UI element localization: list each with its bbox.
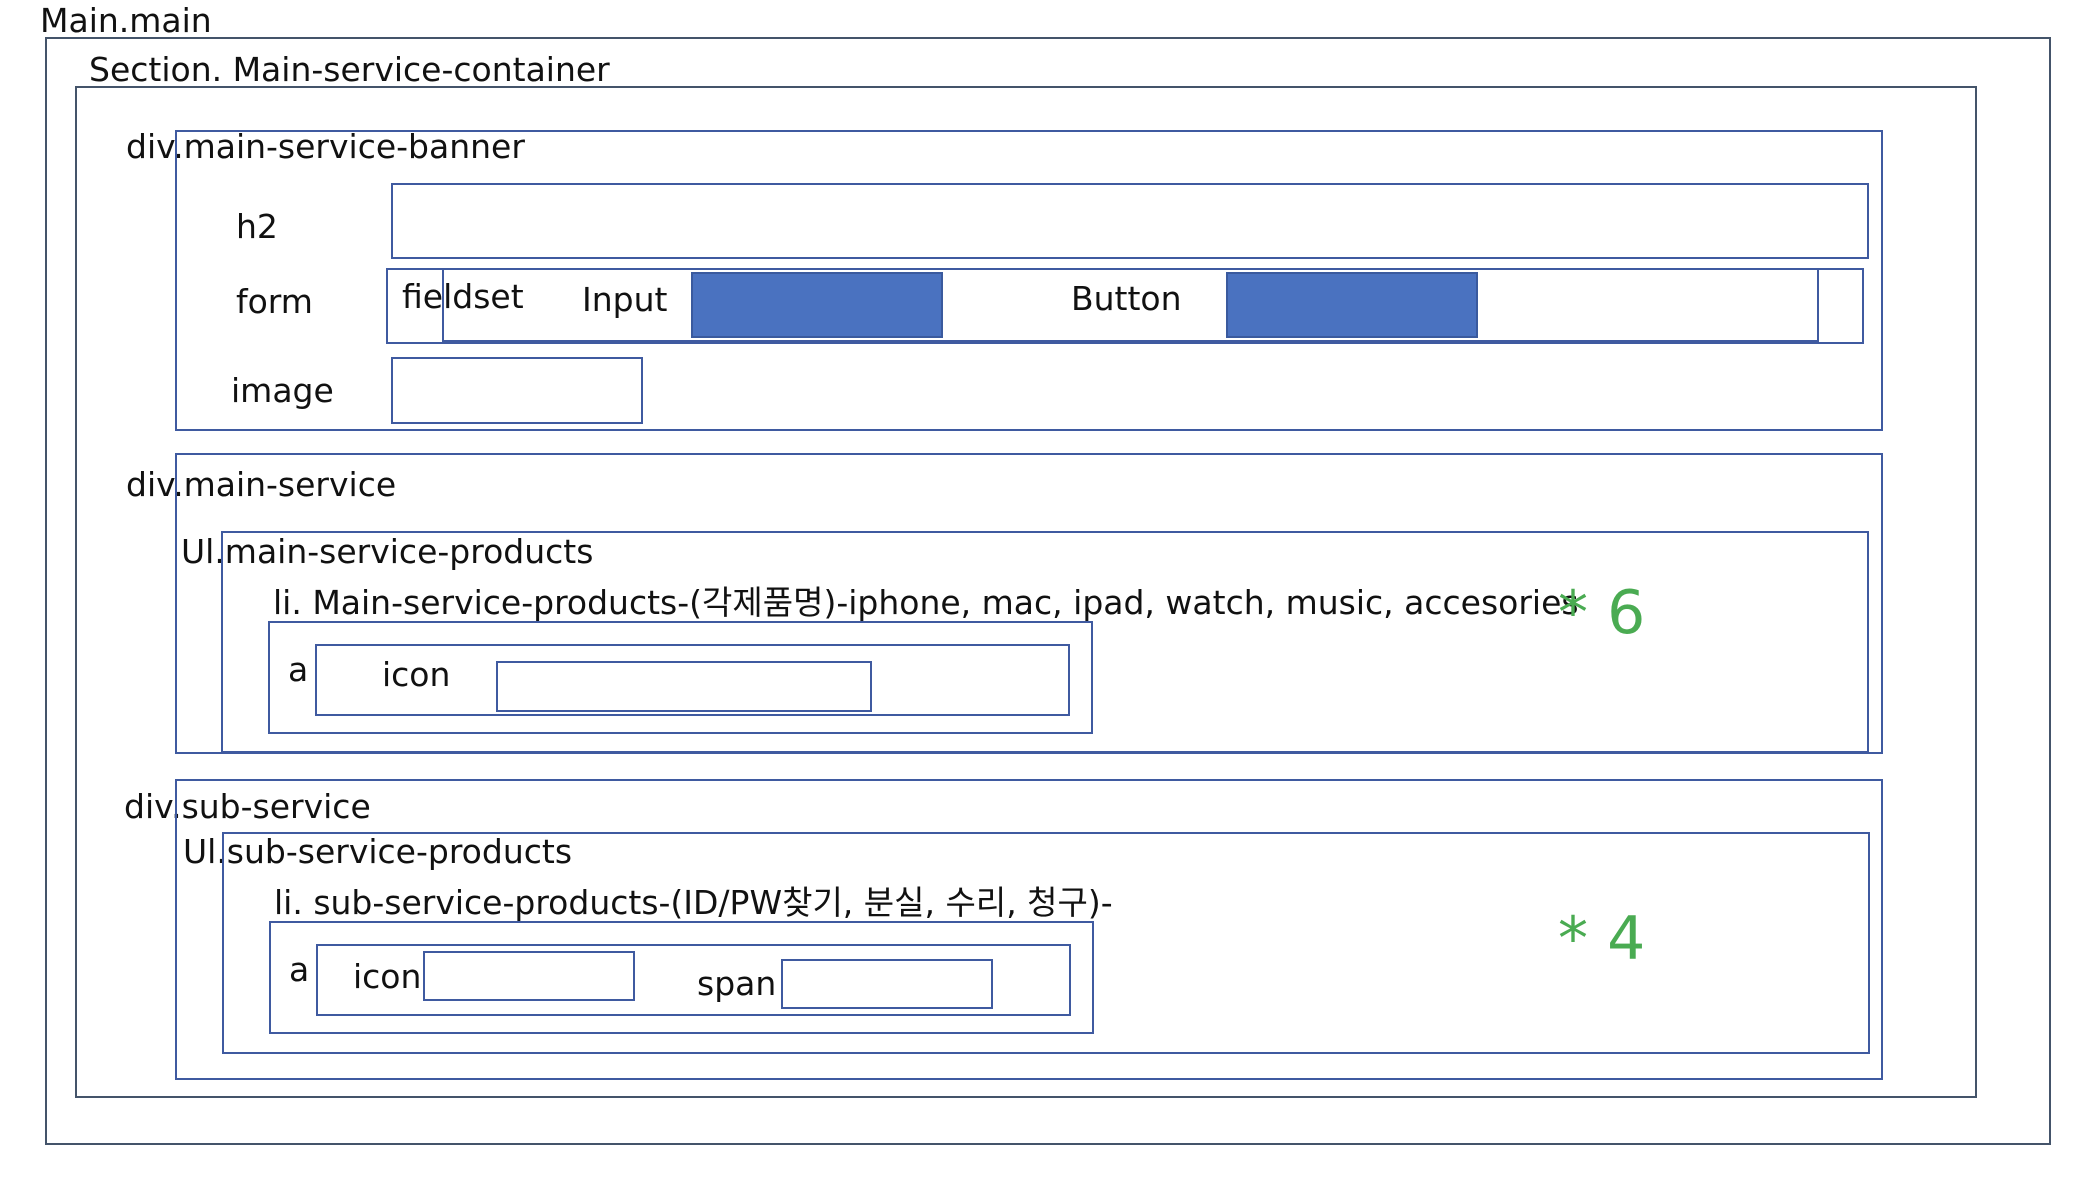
- h2-label: h2: [236, 207, 278, 246]
- sub-service-icon-box: [423, 951, 635, 1001]
- main-label: Main.main: [40, 1, 212, 40]
- fieldset-label: fieldset: [402, 277, 524, 316]
- h2-box: [391, 183, 1869, 259]
- sub-service-li-label: li. sub-service-products-(ID/PW찾기, 분실, 수…: [274, 883, 1113, 922]
- form-label: form: [236, 282, 313, 321]
- image-box: [391, 357, 643, 424]
- sub-service-a-label: a: [289, 950, 310, 989]
- main-service-icon-label: icon: [382, 655, 451, 694]
- image-label: image: [231, 371, 334, 410]
- sub-service-span-label: span: [697, 964, 777, 1003]
- sub-service-multiplier: * 4: [1558, 904, 1646, 974]
- sub-service-icon-label: icon: [353, 957, 422, 996]
- input-block: [691, 272, 943, 338]
- input-label: Input: [582, 280, 668, 319]
- button-label: Button: [1071, 279, 1182, 318]
- button-block: [1226, 272, 1478, 338]
- main-service-li-label: li. Main-service-products-(각제품명)-iphone,…: [273, 583, 1579, 622]
- section-label: Section. Main-service-container: [89, 50, 610, 89]
- main-service-multiplier: * 6: [1558, 578, 1646, 648]
- main-service-icon-box: [496, 661, 872, 712]
- main-service-a-label: a: [288, 650, 309, 689]
- sub-service-span-box: [781, 959, 993, 1009]
